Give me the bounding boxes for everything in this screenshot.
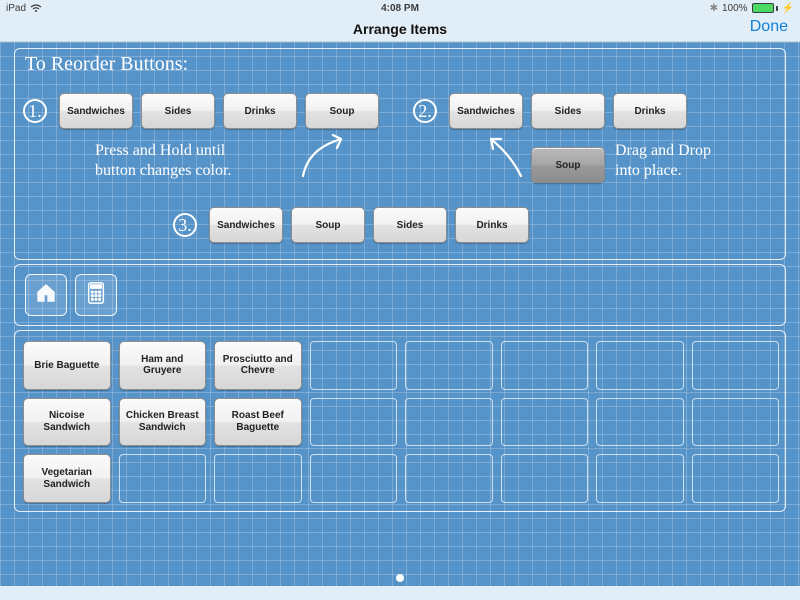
empty-slot[interactable] bbox=[692, 454, 780, 503]
instructions-heading: To Reorder Buttons: bbox=[25, 53, 188, 76]
home-button[interactable] bbox=[25, 274, 67, 316]
demo2-btn-soup-dragging[interactable]: Soup bbox=[531, 147, 605, 183]
demo3-btn-sandwiches[interactable]: Sandwiches bbox=[209, 207, 283, 243]
bluetooth-icon: ✱ bbox=[710, 3, 718, 14]
empty-slot[interactable] bbox=[310, 454, 398, 503]
items-grid-panel: Brie BaguetteHam and GruyereProsciutto a… bbox=[14, 330, 786, 512]
calculator-icon bbox=[86, 282, 106, 309]
demo3-btn-sides[interactable]: Sides bbox=[373, 207, 447, 243]
empty-slot[interactable] bbox=[405, 341, 493, 390]
grid-item[interactable]: Vegetarian Sandwich bbox=[23, 454, 111, 503]
demo2-btn-sandwiches[interactable]: Sandwiches bbox=[449, 93, 523, 129]
empty-slot[interactable] bbox=[501, 398, 589, 447]
hint-1: Press and Hold until button changes colo… bbox=[95, 141, 231, 181]
hint-2: Drag and Drop into place. bbox=[615, 141, 711, 181]
home-icon bbox=[35, 282, 57, 309]
charging-icon: ⚡ bbox=[782, 3, 794, 14]
nav-bar: Arrange Items Done bbox=[0, 16, 800, 42]
grid-item[interactable]: Roast Beef Baguette bbox=[214, 398, 302, 447]
demo3-btn-soup[interactable]: Soup bbox=[291, 207, 365, 243]
calculator-button[interactable] bbox=[75, 274, 117, 316]
page-title: Arrange Items bbox=[353, 21, 447, 37]
empty-slot[interactable] bbox=[596, 341, 684, 390]
demo3-btn-drinks[interactable]: Drinks bbox=[455, 207, 529, 243]
empty-slot[interactable] bbox=[310, 398, 398, 447]
demo2-btn-sides[interactable]: Sides bbox=[531, 93, 605, 129]
grid-item[interactable]: Prosciutto and Chevre bbox=[214, 341, 302, 390]
arrow-2 bbox=[481, 131, 531, 181]
instructions-panel: To Reorder Buttons: 1. Sandwiches Sides … bbox=[14, 48, 786, 260]
demo-btn-sides[interactable]: Sides bbox=[141, 93, 215, 129]
step-1-number: 1. bbox=[23, 99, 47, 123]
empty-slot[interactable] bbox=[501, 454, 589, 503]
battery-icon bbox=[752, 3, 778, 13]
empty-slot[interactable] bbox=[692, 341, 780, 390]
footer-spacer bbox=[0, 586, 800, 600]
page-indicator bbox=[396, 574, 404, 582]
grid-item[interactable]: Ham and Gruyere bbox=[119, 341, 207, 390]
status-bar: iPad 4:08 PM ✱ 100% ⚡ bbox=[0, 0, 800, 16]
device-label: iPad bbox=[6, 3, 26, 14]
step-3-number: 3. bbox=[173, 213, 197, 237]
empty-slot[interactable] bbox=[405, 454, 493, 503]
demo2-btn-drinks[interactable]: Drinks bbox=[613, 93, 687, 129]
demo-btn-sandwiches[interactable]: Sandwiches bbox=[59, 93, 133, 129]
empty-slot[interactable] bbox=[501, 341, 589, 390]
empty-slot[interactable] bbox=[596, 398, 684, 447]
battery-pct: 100% bbox=[722, 3, 748, 14]
blueprint-canvas: To Reorder Buttons: 1. Sandwiches Sides … bbox=[0, 42, 800, 586]
arrow-1 bbox=[293, 131, 353, 181]
toolbar-panel bbox=[14, 264, 786, 326]
grid-item[interactable]: Brie Baguette bbox=[23, 341, 111, 390]
demo-btn-drinks[interactable]: Drinks bbox=[223, 93, 297, 129]
empty-slot[interactable] bbox=[692, 398, 780, 447]
done-button[interactable]: Done bbox=[750, 18, 788, 36]
empty-slot[interactable] bbox=[310, 341, 398, 390]
step-2-number: 2. bbox=[413, 99, 437, 123]
empty-slot[interactable] bbox=[214, 454, 302, 503]
empty-slot[interactable] bbox=[119, 454, 207, 503]
grid-item[interactable]: Nicoise Sandwich bbox=[23, 398, 111, 447]
wifi-icon bbox=[30, 4, 42, 13]
empty-slot[interactable] bbox=[596, 454, 684, 503]
empty-slot[interactable] bbox=[405, 398, 493, 447]
demo-btn-soup[interactable]: Soup bbox=[305, 93, 379, 129]
grid-item[interactable]: Chicken Breast Sandwich bbox=[119, 398, 207, 447]
clock: 4:08 PM bbox=[381, 3, 419, 14]
